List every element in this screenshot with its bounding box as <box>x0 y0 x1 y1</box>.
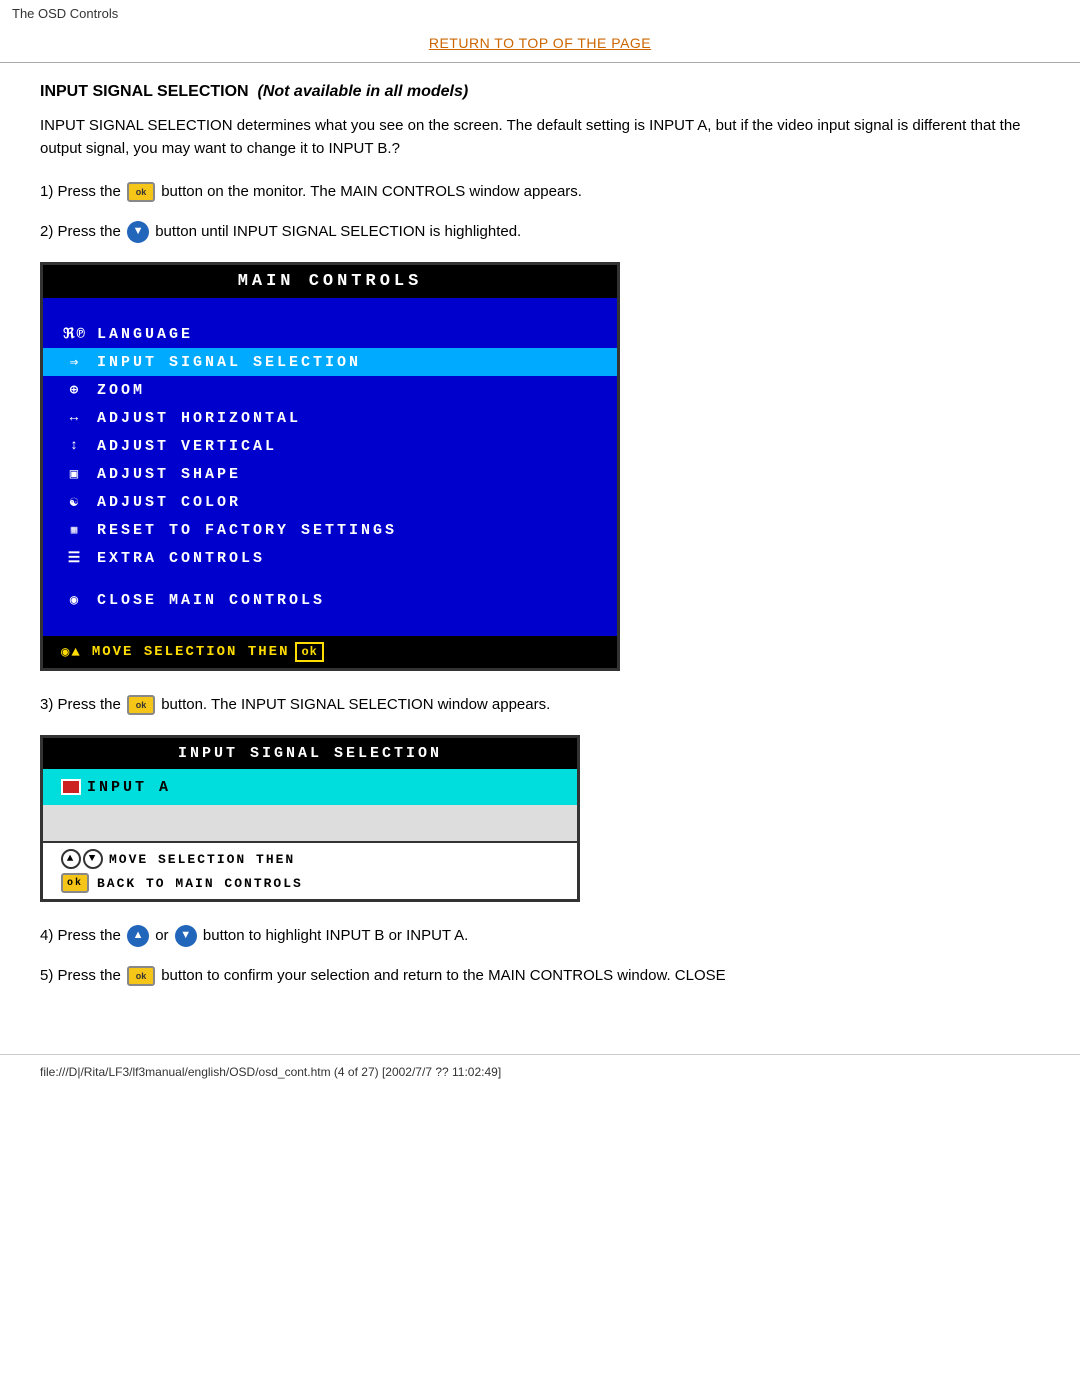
input-signal-screen: INPUT SIGNAL SELECTION INPUT A ▲ ▼ MOVE … <box>40 735 580 902</box>
osd-icon-adjust-vertical: ↕ <box>61 438 89 454</box>
step-1: 1) Press the ok button on the monitor. T… <box>40 180 1040 204</box>
iss-bottom-text2: BACK TO MAIN CONTROLS <box>97 876 303 891</box>
ok-button-icon-5: ok <box>127 966 155 986</box>
osd-item-adjust-color: ☯ ADJUST COLOR <box>43 488 617 516</box>
osd-item-input-signal: ⇒ INPUT SIGNAL SELECTION <box>43 348 617 376</box>
osd-icon-reset: ▦ <box>61 523 89 537</box>
osd-items-list: ℜ℗ LANGUAGE ⇒ INPUT SIGNAL SELECTION ⊕ Z… <box>43 298 617 632</box>
osd-item-adjust-vertical: ↕ ADJUST VERTICAL <box>43 432 617 460</box>
section-title: INPUT SIGNAL SELECTION (Not available in… <box>40 83 1040 101</box>
step-2-text: button until INPUT SIGNAL SELECTION is h… <box>155 223 521 240</box>
osd-icon-adjust-horizontal: ↔ <box>61 410 89 426</box>
step-3-number: 3) Press the <box>40 696 125 713</box>
step-5-text: button to confirm your selection and ret… <box>161 967 725 984</box>
step-4: 4) Press the ▲ or ▼ button to highlight … <box>40 924 1040 948</box>
osd-bottom-bar: ◉▲ MOVE SELECTION THEN ok <box>43 636 617 668</box>
description: INPUT SIGNAL SELECTION determines what y… <box>40 115 1040 160</box>
return-link-row: RETURN TO TOP OF THE PAGE <box>0 27 1080 63</box>
ok-button-icon-1: ok <box>127 182 155 202</box>
section-title-bold: INPUT SIGNAL SELECTION <box>40 83 249 100</box>
step-2: 2) Press the ▼ button until INPUT SIGNAL… <box>40 220 1040 244</box>
osd-icon-input-signal: ⇒ <box>61 354 89 371</box>
footer: file:///D|/Rita/LF3/lf3manual/english/OS… <box>0 1054 1080 1089</box>
step-4-number: 4) Press the <box>40 927 125 944</box>
osd-icon-close: ◉ <box>61 592 89 609</box>
osd-bottom-text: MOVE SELECTION THEN <box>92 644 290 660</box>
iss-down-icon: ▼ <box>83 849 103 869</box>
iss-item-empty <box>43 805 577 841</box>
footer-text: file:///D|/Rita/LF3/lf3manual/english/OS… <box>40 1065 501 1079</box>
main-controls-screen: MAIN CONTROLS ℜ℗ LANGUAGE ⇒ INPUT SIGNAL… <box>40 262 620 671</box>
iss-move-icons: ▲ ▼ <box>61 849 103 869</box>
step-3: 3) Press the ok button. The INPUT SIGNAL… <box>40 693 1040 717</box>
iss-up-icon: ▲ <box>61 849 81 869</box>
step-5-number: 5) Press the <box>40 967 125 984</box>
iss-bottom-line2-row: ok BACK TO MAIN CONTROLS <box>61 873 559 893</box>
iss-item-a-label: INPUT A <box>87 779 171 796</box>
osd-item-adjust-horizontal: ↔ ADJUST HORIZONTAL <box>43 404 617 432</box>
down-button-icon-4: ▼ <box>175 925 197 947</box>
step-1-number: 1) Press the <box>40 183 125 200</box>
down-button-icon-1: ▼ <box>127 221 149 243</box>
iss-ok-icon: ok <box>61 873 89 893</box>
step-5: 5) Press the ok button to confirm your s… <box>40 964 1040 988</box>
osd-item-extra-controls: ☰ EXTRA CONTROLS <box>43 544 617 572</box>
osd-item-close: ◉ CLOSE MAIN CONTROLS <box>43 586 617 614</box>
osd-icon-extra-controls: ☰ <box>61 550 89 567</box>
iss-bottom-text1: MOVE SELECTION THEN <box>109 852 295 867</box>
step-2-number: 2) Press the <box>40 223 125 240</box>
up-button-icon-4: ▲ <box>127 925 149 947</box>
osd-item-reset: ▦ RESET TO FACTORY SETTINGS <box>43 516 617 544</box>
osd-icon-adjust-color: ☯ <box>61 494 89 511</box>
osd-bottom-icons: ◉▲ <box>61 644 84 661</box>
osd-item-language: ℜ℗ LANGUAGE <box>43 320 617 348</box>
osd-item-adjust-shape: ▣ ADJUST SHAPE <box>43 460 617 488</box>
osd-item-zoom: ⊕ ZOOM <box>43 376 617 404</box>
iss-title: INPUT SIGNAL SELECTION <box>43 738 577 769</box>
iss-bottom-line1-row: ▲ ▼ MOVE SELECTION THEN <box>61 849 559 869</box>
osd-ok-badge: ok <box>295 642 323 662</box>
step-1-text: button on the monitor. The MAIN CONTROLS… <box>161 183 582 200</box>
step-3-text: button. The INPUT SIGNAL SELECTION windo… <box>161 696 550 713</box>
iss-bottom-bar: ▲ ▼ MOVE SELECTION THEN ok BACK TO MAIN … <box>43 841 577 899</box>
ok-button-icon-3: ok <box>127 695 155 715</box>
return-link[interactable]: RETURN TO TOP OF THE PAGE <box>429 35 651 51</box>
iss-item-input-a: INPUT A <box>43 769 577 805</box>
input-a-icon <box>61 779 81 795</box>
osd-icon-language: ℜ℗ <box>61 326 89 343</box>
topbar: The OSD Controls <box>0 0 1080 27</box>
osd-icon-adjust-shape: ▣ <box>61 466 89 483</box>
osd-icon-zoom: ⊕ <box>61 382 89 399</box>
osd-move-icon-1: ◉▲ <box>61 644 82 661</box>
main-content: INPUT SIGNAL SELECTION (Not available in… <box>0 63 1080 1024</box>
section-title-italic: (Not available in all models) <box>258 83 469 100</box>
step-4-text: button to highlight INPUT B or INPUT A. <box>203 927 468 944</box>
topbar-label: The OSD Controls <box>12 6 118 21</box>
osd-title: MAIN CONTROLS <box>43 265 617 298</box>
step-4-or: or <box>155 927 173 944</box>
